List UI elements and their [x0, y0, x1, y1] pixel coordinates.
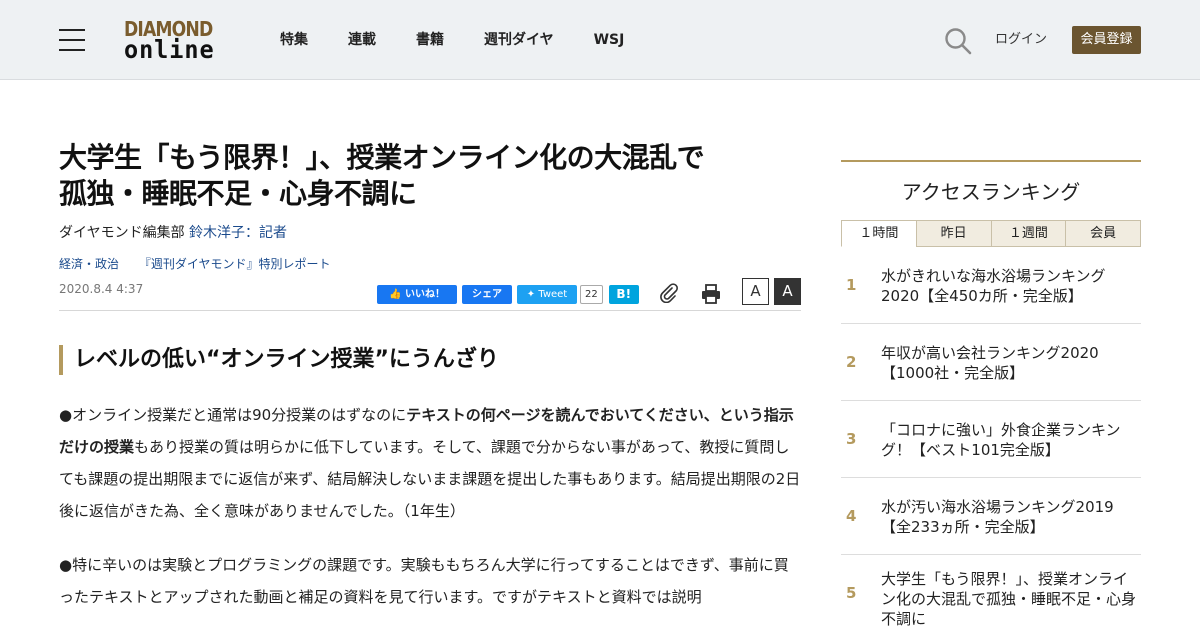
share-buttons: 👍 いいね！ シェア ✦ Tweet 22 B!: [377, 283, 644, 305]
tab-1-week[interactable]: １週間: [990, 220, 1067, 247]
print-icon[interactable]: [700, 283, 722, 305]
tab-yesterday[interactable]: 昨日: [915, 220, 992, 247]
article-paragraph-2: ●特に辛いのは実験とプログラミングの課題です。実験ももちろん大学に行ってすること…: [59, 556, 789, 606]
rank-number: 2: [846, 353, 857, 371]
menu-icon[interactable]: [59, 29, 85, 51]
font-size-normal-button[interactable]: A: [742, 278, 769, 305]
tweet-count: 22: [580, 284, 603, 304]
facebook-like-button[interactable]: 👍 いいね！: [377, 284, 457, 304]
byline-author-link[interactable]: 鈴木洋子：記者: [189, 225, 287, 241]
clip-icon[interactable]: [659, 283, 679, 303]
tab-members[interactable]: 会員: [1065, 220, 1141, 247]
tweet-label: Tweet: [538, 288, 568, 300]
ranking-tabs: １時間 昨日 １週間 会員: [841, 220, 1141, 247]
facebook-like-label: いいね！: [404, 288, 445, 300]
rank-title-link[interactable]: 水が汚い海水浴場ランキング2019【全233ヵ所・完全版】: [881, 497, 1141, 537]
rank-number: 3: [846, 430, 857, 448]
article-title-line2: 孤独・睡眠不足・心身不調に: [59, 177, 417, 210]
article-title: 大学生「もう限界！」、授業オンライン化の大混乱で 孤独・睡眠不足・心身不調に: [59, 140, 801, 212]
ranking-item[interactable]: 4 水が汚い海水浴場ランキング2019【全233ヵ所・完全版】: [841, 478, 1141, 555]
byline-department: ダイヤモンド編集部: [59, 225, 185, 241]
register-button[interactable]: 会員登録: [1072, 26, 1141, 54]
tag-link-economy[interactable]: 経済・政治: [59, 257, 119, 271]
nav-item-series[interactable]: 連載: [348, 30, 376, 50]
tweet-button[interactable]: ✦ Tweet: [517, 284, 577, 304]
rank-title-link[interactable]: 「コロナに強い」外食企業ランキング！【ベスト101完全版】: [881, 420, 1141, 460]
rank-number: 5: [846, 584, 857, 602]
section-heading: レベルの低い“オンライン授業”にうんざり: [59, 345, 801, 375]
search-icon[interactable]: [944, 27, 972, 55]
twitter-bird-icon: ✦: [526, 288, 536, 300]
rank-title-link[interactable]: 年収が高い会社ランキング2020【1000社・完全版】: [881, 343, 1141, 383]
tab-1-hour[interactable]: １時間: [841, 220, 917, 247]
login-link[interactable]: ログイン: [995, 31, 1047, 49]
nav-item-features[interactable]: 特集: [280, 30, 308, 50]
rank-title-link[interactable]: 大学生「もう限界！」、授業オンライン化の大混乱で孤独・睡眠不足・心身不調に: [881, 569, 1141, 629]
article-tags: 経済・政治 『週刊ダイヤモンド』特別レポート: [59, 255, 801, 273]
ranking-list: 1 水がきれいな海水浴場ランキング2020【全450カ所・完全版】 2 年収が高…: [841, 247, 1141, 630]
rank-number: 4: [846, 507, 857, 525]
article-meta-row: 2020.8.4 4:37 👍 いいね！ シェア ✦ Tweet 22 B! A…: [59, 278, 801, 311]
logo-bottom-text: online: [124, 35, 215, 64]
main-nav: 特集 連載 書籍 週刊ダイヤ WSJ: [280, 30, 664, 50]
article: 大学生「もう限界！」、授業オンライン化の大混乱で 孤独・睡眠不足・心身不調に ダ…: [59, 140, 801, 613]
ranking-item[interactable]: 2 年収が高い会社ランキング2020【1000社・完全版】: [841, 324, 1141, 401]
facebook-share-button[interactable]: シェア: [462, 284, 512, 304]
paragraph-1-text-a: ●オンライン授業だと通常は90分授業のはずなのに: [59, 406, 407, 424]
ranking-item[interactable]: 5 大学生「もう限界！」、授業オンライン化の大混乱で孤独・睡眠不足・心身不調に: [841, 555, 1141, 630]
hatena-bookmark-button[interactable]: B!: [608, 284, 639, 304]
rank-title-link[interactable]: 水がきれいな海水浴場ランキング2020【全450カ所・完全版】: [881, 266, 1141, 306]
ranking-item[interactable]: 3 「コロナに強い」外食企業ランキング！【ベスト101完全版】: [841, 401, 1141, 478]
rank-number: 1: [846, 276, 857, 294]
thumbs-up-icon: 👍: [389, 288, 402, 300]
article-paragraph-1: ●オンライン授業だと通常は90分授業のはずなのにテキストの何ページを読んでおいて…: [59, 399, 801, 527]
article-title-line1: 大学生「もう限界！」、授業オンライン化の大混乱で: [59, 141, 705, 174]
nav-item-books[interactable]: 書籍: [416, 30, 444, 50]
access-ranking-sidebar: アクセスランキング １時間 昨日 １週間 会員 1 水がきれいな海水浴場ランキン…: [841, 160, 1141, 630]
ranking-item[interactable]: 1 水がきれいな海水浴場ランキング2020【全450カ所・完全版】: [841, 247, 1141, 324]
site-logo[interactable]: DIAMOND online: [124, 17, 226, 63]
paragraph-1-text-b: もあり授業の質は明らかに低下しています。そして、課題で分からない事があって、教授…: [59, 438, 801, 520]
nav-item-wsj[interactable]: WSJ: [594, 30, 625, 50]
ranking-title: アクセスランキング: [901, 180, 1081, 204]
site-header: DIAMOND online 特集 連載 書籍 週刊ダイヤ WSJ ログイン 会…: [0, 0, 1200, 80]
byline: ダイヤモンド編集部 鈴木洋子：記者: [59, 222, 801, 244]
publish-date: 2020.8.4 4:37: [59, 282, 144, 296]
tag-link-weekly-report[interactable]: 『週刊ダイヤモンド』特別レポート: [139, 257, 331, 271]
font-size-large-button[interactable]: A: [774, 278, 801, 305]
nav-item-weekly-diamond[interactable]: 週刊ダイヤ: [484, 30, 554, 50]
